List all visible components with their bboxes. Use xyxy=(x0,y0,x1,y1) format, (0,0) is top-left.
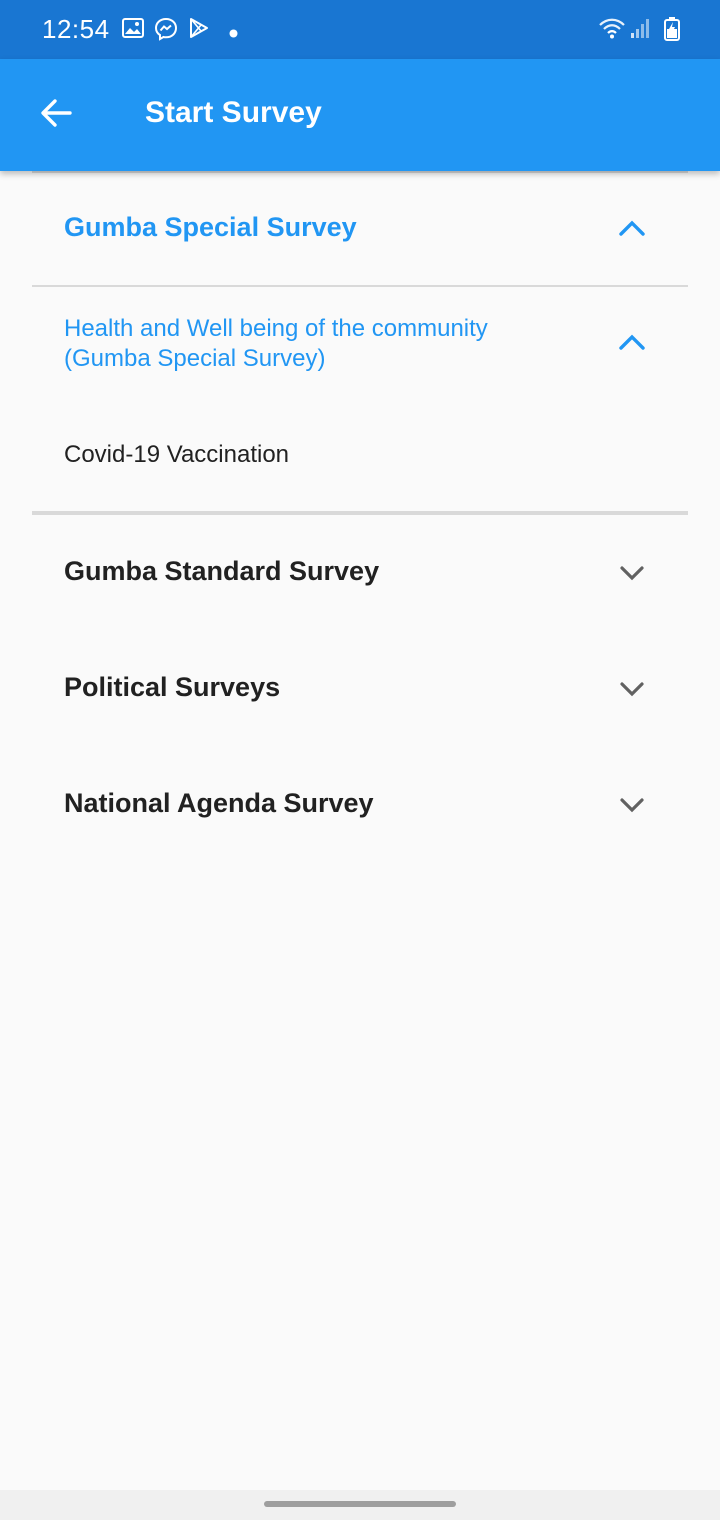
survey-subgroup-title: Health and Well being of the community xyxy=(64,315,488,342)
survey-group-title: National Agenda Survey xyxy=(64,788,374,818)
back-button[interactable] xyxy=(26,85,86,145)
survey-group-title: Gumba Standard Survey xyxy=(64,556,380,586)
signal-icon xyxy=(630,17,652,44)
chevron-up-icon xyxy=(614,325,650,361)
messenger-icon xyxy=(154,17,178,46)
survey-item-covid-vaccination[interactable]: Covid-19 Vaccination xyxy=(0,399,720,509)
survey-group-national-agenda[interactable]: National Agenda Survey xyxy=(0,747,720,863)
page-title: Start Survey xyxy=(145,96,322,129)
chevron-down-icon xyxy=(614,671,650,707)
survey-group-political[interactable]: Political Surveys xyxy=(0,631,720,747)
status-time: 12:54 xyxy=(42,14,110,44)
dot-icon xyxy=(229,25,238,43)
chevron-down-icon xyxy=(614,555,650,591)
status-bar: 12:54 xyxy=(0,0,720,59)
image-icon xyxy=(122,17,144,44)
survey-subgroup-health[interactable]: Health and Well being of the community (… xyxy=(0,287,720,399)
home-gesture-handle[interactable] xyxy=(264,1501,456,1507)
survey-group-gumba-special[interactable]: Gumba Special Survey xyxy=(0,173,720,286)
survey-group-title: Political Surveys xyxy=(64,672,281,702)
survey-group-gumba-standard[interactable]: Gumba Standard Survey xyxy=(0,515,720,631)
chevron-up-icon xyxy=(614,211,650,247)
app-bar: Start Survey xyxy=(0,59,720,171)
survey-subgroup-title-line2: (Gumba Special Survey) xyxy=(64,345,326,372)
navigation-bar xyxy=(0,1490,720,1520)
chevron-down-icon xyxy=(614,787,650,823)
wifi-icon xyxy=(598,17,626,44)
arrow-left-icon xyxy=(38,95,74,136)
play-store-icon xyxy=(188,17,210,44)
survey-group-title: Gumba Special Survey xyxy=(64,212,357,242)
battery-icon xyxy=(664,17,680,46)
survey-item-label: Covid-19 Vaccination xyxy=(64,441,290,468)
